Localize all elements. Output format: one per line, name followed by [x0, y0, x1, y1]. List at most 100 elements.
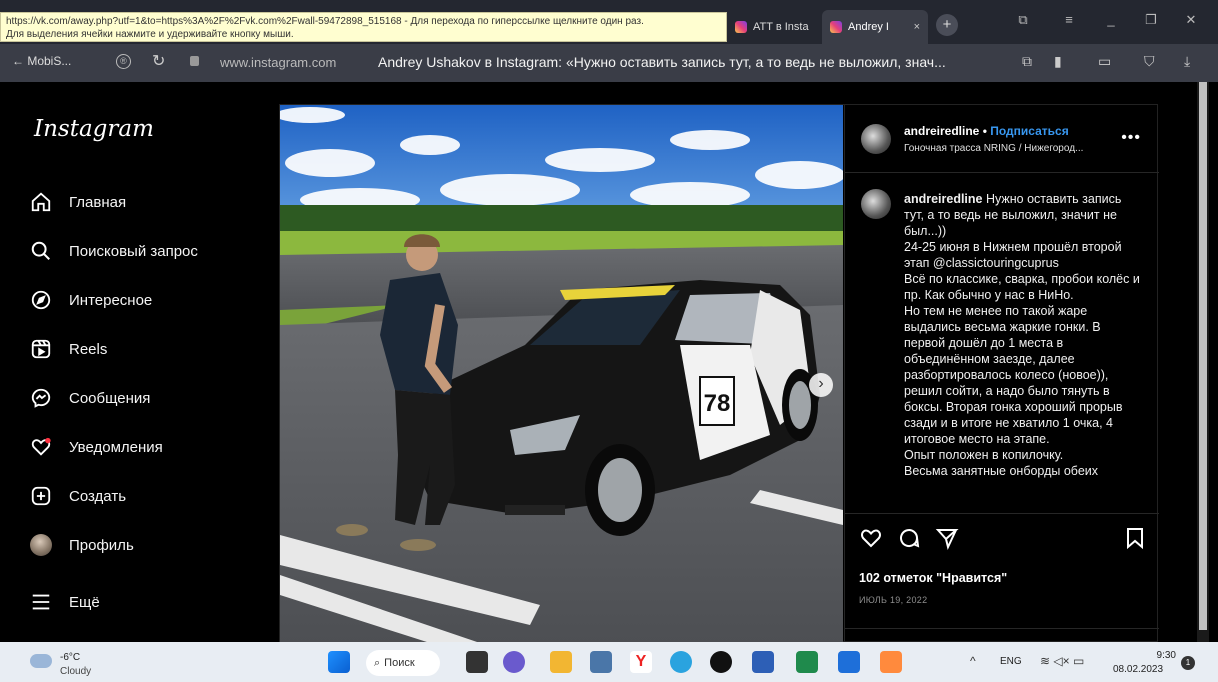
search-icon: ⌕	[374, 656, 381, 669]
extensions-icon[interactable]: ⛉	[1144, 53, 1155, 70]
share-send-icon[interactable]	[935, 526, 959, 550]
likes-count[interactable]: 102 отметок "Нравится"	[859, 571, 1007, 585]
windows-taskbar: -6°C Cloudy ⌕ Поиск Y ^ ENG ≋ ◁× ▭ 9:30 …	[0, 642, 1218, 682]
plus-square-icon	[30, 485, 52, 507]
post-sidebar: andreiredline • Подписаться Гоночная тра…	[844, 105, 1159, 643]
instagram-favicon-icon	[735, 21, 747, 33]
windows-start-icon[interactable]	[328, 651, 350, 673]
separator-dot: •	[982, 124, 987, 138]
follow-button[interactable]: Подписаться	[990, 124, 1068, 138]
telegram-icon[interactable]	[670, 651, 692, 673]
download-icon[interactable]: ⤓	[1184, 53, 1190, 70]
menu-icon[interactable]: ≡	[1058, 12, 1080, 27]
tab-andrey-instagram[interactable]: Andrey I ×	[822, 10, 928, 44]
search-icon	[30, 240, 52, 262]
chat-icon[interactable]	[503, 651, 525, 673]
nav-explore[interactable]: Интересное	[30, 285, 152, 315]
post-location[interactable]: Гоночная трасса NRING / Нижегород...	[904, 143, 1083, 154]
caption-username[interactable]: andreiredline	[904, 192, 983, 206]
close-window-icon[interactable]: ✕	[1180, 12, 1202, 28]
battery-icon[interactable]: ▭	[1073, 654, 1084, 668]
minimize-icon[interactable]: _	[1100, 12, 1122, 27]
security-shield-icon[interactable]	[752, 651, 774, 673]
task-view-icon[interactable]	[466, 651, 488, 673]
reload-icon[interactable]: ↻	[152, 51, 165, 71]
new-tab-button[interactable]: +	[936, 14, 958, 36]
language-indicator[interactable]: ENG	[1000, 656, 1022, 667]
wifi-icon[interactable]: ≋	[1040, 654, 1050, 668]
author-avatar[interactable]	[861, 124, 891, 154]
home-icon	[30, 191, 52, 213]
menu-icon	[30, 591, 52, 613]
nav-search[interactable]: Поисковый запрос	[30, 236, 198, 266]
comment-icon[interactable]	[897, 526, 921, 550]
post-caption: andreiredline Нужно оставить запись тут,…	[904, 191, 1140, 511]
page-scrollbar[interactable]	[1197, 82, 1209, 642]
like-heart-icon[interactable]	[859, 526, 883, 550]
tooltip-line-2: Для выделения ячейки нажмите и удерживай…	[6, 29, 294, 40]
reels-icon	[30, 338, 52, 360]
weather-temperature[interactable]: -6°C	[60, 652, 80, 663]
more-options-icon[interactable]: •••	[1121, 129, 1141, 147]
photos-icon[interactable]	[880, 651, 902, 673]
share-icon[interactable]: ⧉	[1022, 53, 1032, 70]
nav-reels[interactable]: Reels	[30, 334, 107, 364]
app-icon[interactable]	[838, 651, 860, 673]
link-tooltip: https://vk.com/away.php?utf=1&to=https%3…	[0, 12, 727, 42]
weather-description[interactable]: Cloudy	[60, 666, 91, 677]
post-date: ИЮЛЬ 19, 2022	[859, 595, 928, 605]
battery-saver-icon[interactable]: ▭	[1098, 53, 1111, 70]
nav-profile[interactable]: Профиль	[30, 530, 134, 560]
tiktok-icon[interactable]	[710, 651, 732, 673]
page-title: Andrey Ushakov в Instagram: «Нужно остав…	[378, 54, 946, 70]
restore-icon[interactable]: ❐	[1140, 12, 1162, 28]
header-user-line: andreiredline • Подписаться	[904, 124, 1069, 138]
nav-label: Создать	[69, 487, 127, 505]
tab-collections-icon[interactable]: ⧉	[1012, 12, 1034, 28]
notification-badge[interactable]: 1	[1181, 656, 1195, 670]
yandex-browser-icon[interactable]: Y	[630, 651, 652, 673]
taskbar-search-label: Поиск	[384, 657, 415, 669]
instagram-favicon-icon	[830, 21, 842, 33]
messenger-icon	[30, 387, 52, 409]
nav-label: Поисковый запрос	[69, 242, 198, 260]
nav-more[interactable]: Ещё	[30, 587, 100, 617]
post-header: andreiredline • Подписаться Гоночная тра…	[845, 105, 1159, 173]
nav-home[interactable]: Главная	[30, 187, 126, 217]
post-actions: 102 отметок "Нравится" ИЮЛЬ 19, 2022	[845, 513, 1159, 643]
post-photo[interactable]: 78 ›	[280, 105, 843, 643]
next-photo-button[interactable]: ›	[809, 373, 833, 397]
nav-notifications[interactable]: Уведомления	[30, 432, 163, 462]
back-button[interactable]: ← MobiS...	[12, 54, 71, 68]
volume-icon[interactable]: ◁×	[1053, 654, 1069, 668]
url-field[interactable]: www.instagram.com	[220, 55, 336, 70]
author-username[interactable]: andreiredline	[904, 124, 979, 138]
scrollbar-thumb[interactable]	[1199, 82, 1207, 630]
bookmark-icon[interactable]: ▮	[1054, 53, 1062, 70]
cloud-icon[interactable]	[30, 654, 52, 668]
tray-status-icons[interactable]: ≋ ◁× ▭	[1040, 654, 1084, 668]
nav-create[interactable]: Создать	[30, 481, 126, 511]
chevron-up-icon[interactable]: ^	[970, 654, 976, 668]
vk-icon[interactable]	[590, 651, 612, 673]
clock-date[interactable]: 08.02.2023	[1113, 664, 1163, 675]
save-bookmark-icon[interactable]	[1123, 526, 1147, 550]
tab-att-instagram[interactable]: ATT в Insta	[727, 10, 819, 44]
browser-tab-strip: https://vk.com/away.php?utf=1&to=https%3…	[0, 0, 1218, 44]
compass-icon	[30, 289, 52, 311]
instagram-sidebar: Instagram Главная Поисковый запрос Интер…	[0, 82, 265, 642]
clock-time[interactable]: 9:30	[1140, 650, 1176, 661]
protect-icon[interactable]: ®	[116, 54, 131, 69]
tab-label: ATT в Insta	[753, 21, 809, 33]
file-explorer-icon[interactable]	[550, 651, 572, 673]
nav-label: Сообщения	[69, 389, 151, 407]
caption-avatar[interactable]	[861, 189, 891, 219]
excel-icon[interactable]	[796, 651, 818, 673]
post-dialog: 78 › andreiredline • Подписаться Гоночна…	[279, 104, 1159, 643]
nav-label: Главная	[69, 193, 127, 211]
taskbar-search[interactable]: ⌕ Поиск	[366, 650, 440, 676]
instagram-logo[interactable]: Instagram	[34, 116, 154, 142]
nav-label: Уведомления	[69, 438, 163, 456]
nav-messages[interactable]: Сообщения	[30, 383, 150, 413]
close-tab-icon[interactable]: ×	[914, 21, 920, 33]
